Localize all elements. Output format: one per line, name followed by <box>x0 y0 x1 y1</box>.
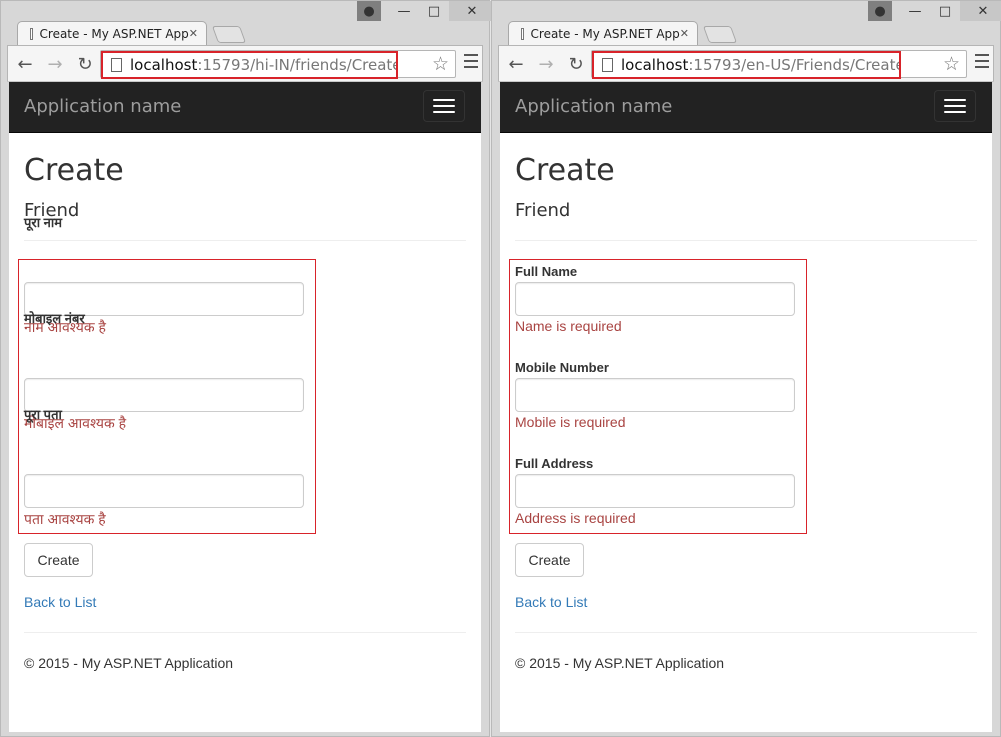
page-subtitle: Friend <box>24 200 80 221</box>
window-controls: ● — □ ✕ <box>868 1 1001 21</box>
brand-link[interactable]: Application name <box>24 96 181 117</box>
url-highlight-box: localhost:15793/en-US/Friends/Create <box>592 51 901 79</box>
maximize-button[interactable]: □ <box>930 1 960 21</box>
full-name-label: पूरा नाम <box>24 215 63 230</box>
new-tab-button[interactable] <box>211 26 247 43</box>
address-error: Address is required <box>515 510 636 526</box>
page-icon <box>602 58 613 72</box>
page-viewport: Application name Create Friend पूरा नाम … <box>9 82 481 732</box>
create-button[interactable]: Create <box>515 543 584 577</box>
arrow-left-icon[interactable]: ← <box>14 53 36 75</box>
close-window-button[interactable]: ✕ <box>960 1 1001 21</box>
page-icon <box>111 58 122 72</box>
browser-toolbar: ← → ↻ localhost:15793/en-US/Friends/Crea… <box>498 45 994 82</box>
browser-toolbar: ← → ↻ localhost:15793/hi-IN/friends/Crea… <box>7 45 483 82</box>
navbar-toggle-button[interactable] <box>934 90 976 122</box>
mobile-label: मोबाइल नंबर <box>24 311 85 326</box>
brand-link[interactable]: Application name <box>515 96 672 117</box>
navbar: Application name <box>9 82 481 133</box>
browser-tab[interactable]: Create - My ASP.NET App ✕ <box>508 21 698 45</box>
arrow-right-icon[interactable]: → <box>535 53 557 75</box>
url-path: :15793/hi-IN/friends/Create <box>197 56 398 74</box>
arrow-left-icon[interactable]: ← <box>505 53 527 75</box>
navbar-toggle-button[interactable] <box>423 90 465 122</box>
full-name-input[interactable] <box>515 282 795 316</box>
page-content: Create Friend <box>9 153 481 241</box>
create-button[interactable]: Create <box>24 543 93 577</box>
page-icon <box>30 27 33 40</box>
footer-text: © 2015 - My ASP.NET Application <box>24 655 234 671</box>
address-bar[interactable]: localhost:15793/hi-IN/friends/Create ☆ <box>100 50 456 79</box>
hamburger-icon[interactable] <box>975 54 989 72</box>
address-error: पता आवश्यक है <box>24 511 106 527</box>
full-name-error: Name is required <box>515 318 622 334</box>
minimize-button[interactable]: — <box>900 1 930 21</box>
page-subtitle: Friend <box>515 200 571 221</box>
footer-divider <box>24 632 466 633</box>
page-title: Create <box>24 153 124 188</box>
footer-divider <box>515 632 977 633</box>
reload-icon[interactable]: ↻ <box>74 53 96 75</box>
mobile-error: Mobile is required <box>515 414 626 430</box>
close-icon[interactable]: ✕ <box>680 27 689 40</box>
divider <box>515 240 977 241</box>
minimize-button[interactable]: — <box>389 1 419 21</box>
page-content: Create Friend <box>500 153 992 241</box>
page-icon <box>521 27 524 40</box>
mobile-input[interactable] <box>515 378 795 412</box>
url-host: localhost <box>130 56 198 74</box>
url-highlight-box: localhost:15793/hi-IN/friends/Create <box>101 51 398 79</box>
divider <box>24 240 466 241</box>
arrow-right-icon[interactable]: → <box>44 53 66 75</box>
star-icon[interactable]: ☆ <box>943 53 960 75</box>
navbar: Application name <box>500 82 992 133</box>
hamburger-icon[interactable] <box>464 54 478 72</box>
url-host: localhost <box>621 56 689 74</box>
back-to-list-link[interactable]: Back to List <box>24 594 96 610</box>
tab-title: Create - My ASP.NET App <box>530 26 680 41</box>
tab-title: Create - My ASP.NET App <box>39 26 189 41</box>
browser-window-left: ● — □ ✕ Create - My ASP.NET App ✕ ← → ↻ … <box>0 0 495 737</box>
address-input[interactable] <box>24 474 304 508</box>
footer-text: © 2015 - My ASP.NET Application <box>515 655 725 671</box>
close-window-button[interactable]: ✕ <box>449 1 495 21</box>
page-viewport: Application name Create Friend Full Name… <box>500 82 992 732</box>
address-label: Full Address <box>515 456 594 471</box>
address-input[interactable] <box>515 474 795 508</box>
address-bar[interactable]: localhost:15793/en-US/Friends/Create ☆ <box>591 50 967 79</box>
maximize-button[interactable]: □ <box>419 1 449 21</box>
full-name-label: Full Name <box>515 264 578 279</box>
window-controls: ● — □ ✕ <box>357 1 495 21</box>
mobile-label: Mobile Number <box>515 360 609 375</box>
user-icon[interactable]: ● <box>357 1 381 21</box>
url-path: :15793/en-US/Friends/Create <box>688 56 901 74</box>
reload-icon[interactable]: ↻ <box>565 53 587 75</box>
new-tab-button[interactable] <box>702 26 738 43</box>
page-title: Create <box>515 153 615 188</box>
browser-tab[interactable]: Create - My ASP.NET App ✕ <box>17 21 207 45</box>
address-label: पूरा पता <box>24 407 62 422</box>
browser-window-right: ● — □ ✕ Create - My ASP.NET App ✕ ← → ↻ … <box>491 0 1001 737</box>
close-icon[interactable]: ✕ <box>189 27 198 40</box>
user-icon[interactable]: ● <box>868 1 892 21</box>
back-to-list-link[interactable]: Back to List <box>515 594 587 610</box>
star-icon[interactable]: ☆ <box>432 53 449 75</box>
mobile-input[interactable] <box>24 378 304 412</box>
